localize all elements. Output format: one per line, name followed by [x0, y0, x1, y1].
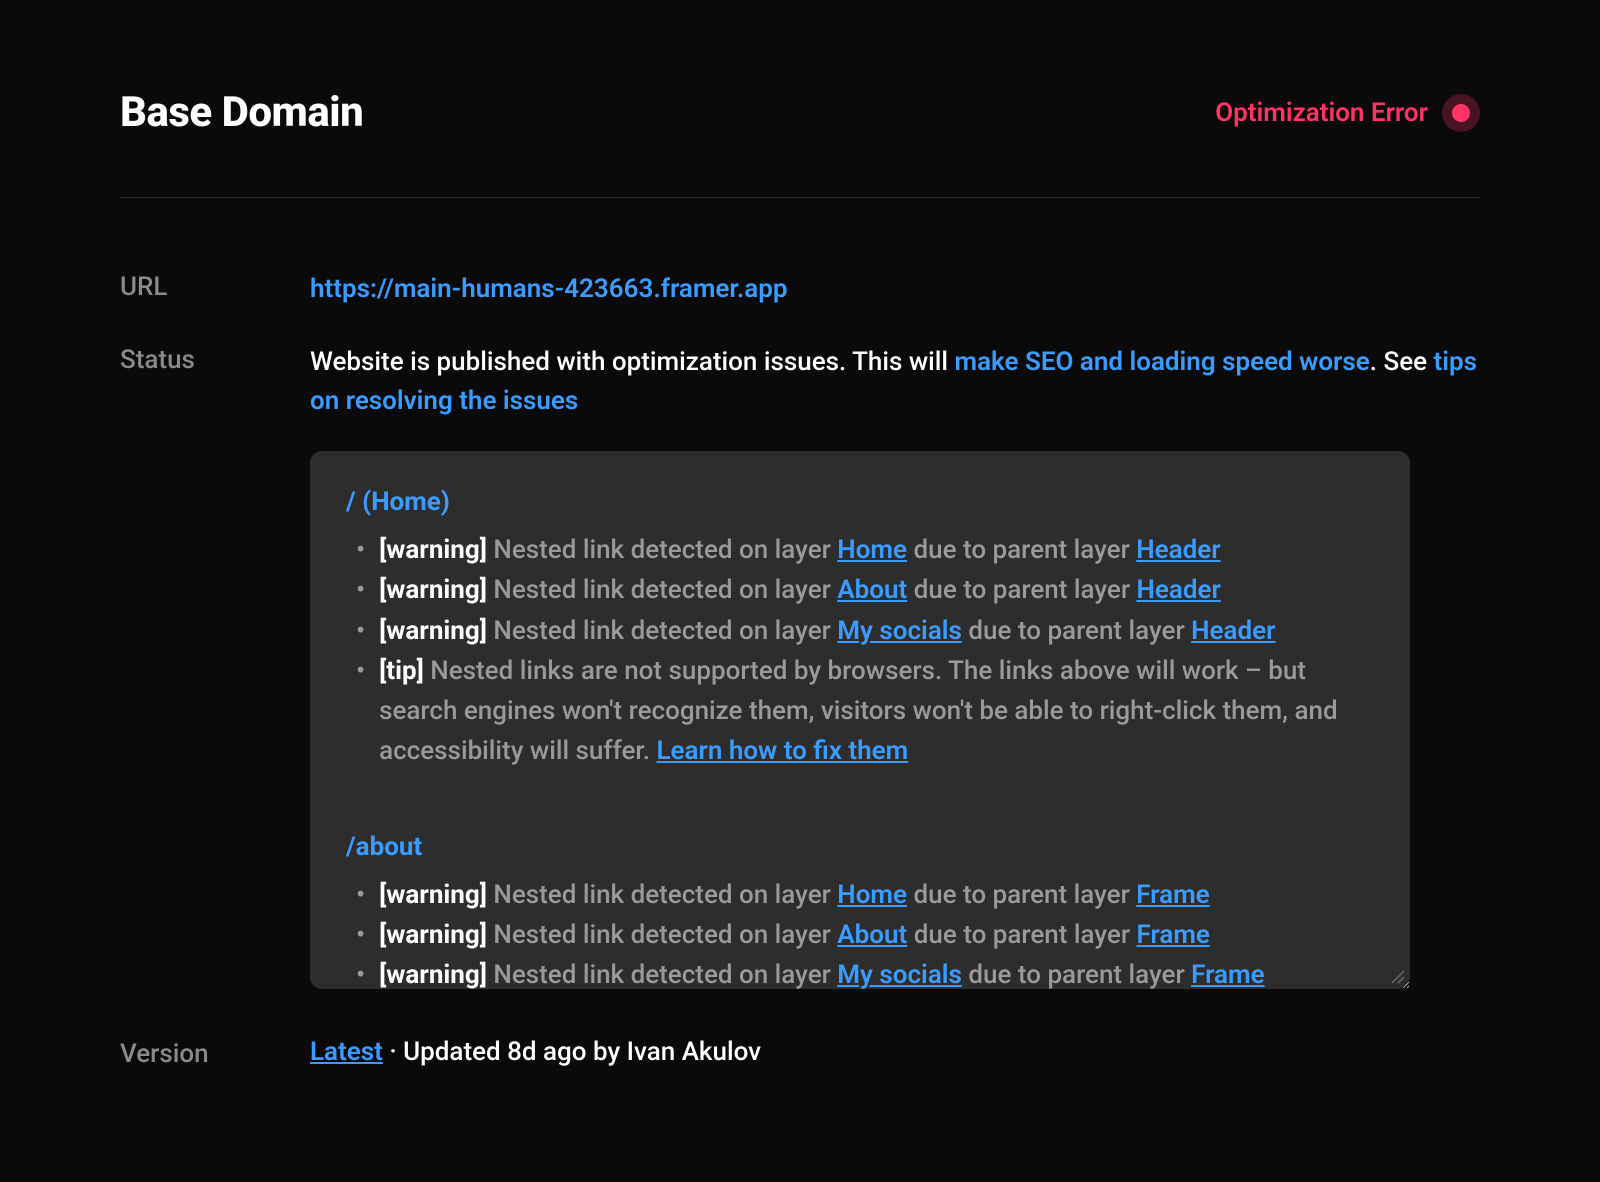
- issue-text-pre: Nested link detected on layer: [487, 920, 837, 950]
- version-text: Updated 8d ago by Ivan Akulov: [403, 1037, 761, 1067]
- issue-body: [warning] Nested link detected on layer …: [379, 875, 1374, 915]
- issue-body: [warning] Nested link detected on layer …: [379, 611, 1374, 651]
- header-row: Base Domain Optimization Error: [120, 88, 1480, 137]
- list-item: • [warning] Nested link detected on laye…: [356, 875, 1374, 915]
- divider: [120, 197, 1480, 198]
- parent-layer-link[interactable]: Frame: [1191, 960, 1264, 989]
- issue-text-pre: Nested link detected on layer: [487, 575, 837, 605]
- bullet-icon: •: [356, 570, 365, 610]
- parent-layer-link[interactable]: Frame: [1136, 920, 1209, 950]
- layer-link[interactable]: My socials: [837, 616, 962, 646]
- url-label: URL: [120, 270, 310, 302]
- list-item: • [warning] Nested link detected on laye…: [356, 915, 1374, 955]
- bullet-icon: •: [356, 611, 365, 651]
- list-item: • [warning] Nested link detected on laye…: [356, 955, 1374, 989]
- issue-tag: [warning]: [379, 960, 487, 989]
- issue-tag: [tip]: [379, 656, 424, 686]
- issue-body: [warning] Nested link detected on layer …: [379, 570, 1374, 610]
- list-item: • [warning] Nested link detected on laye…: [356, 611, 1374, 651]
- version-label: Version: [120, 1037, 310, 1069]
- list-item: • [warning] Nested link detected on laye…: [356, 530, 1374, 570]
- issue-tag: [warning]: [379, 616, 487, 646]
- parent-layer-link[interactable]: Header: [1136, 575, 1220, 605]
- status-text-part-2: . See: [1370, 347, 1434, 377]
- status-badge: Optimization Error: [1215, 94, 1480, 132]
- layer-link[interactable]: About: [837, 575, 907, 605]
- issues-panel: / (Home) • [warning] Nested link detecte…: [310, 451, 1410, 989]
- list-item: • [warning] Nested link detected on laye…: [356, 570, 1374, 610]
- url-value: https://main-humans-423663.framer.app: [310, 270, 1480, 309]
- issue-page-heading[interactable]: / (Home): [346, 483, 1374, 522]
- issue-text-pre: Nested link detected on layer: [487, 960, 837, 989]
- issue-tag: [warning]: [379, 575, 487, 605]
- bullet-icon: •: [356, 651, 365, 691]
- version-separator: ·: [383, 1037, 403, 1067]
- status-text-part-1: Website is published with optimization i…: [310, 347, 955, 377]
- status-dot-icon: [1452, 104, 1470, 122]
- issues-list: • [warning] Nested link detected on laye…: [346, 530, 1374, 772]
- issue-tag: [warning]: [379, 880, 487, 910]
- parent-layer-link[interactable]: Frame: [1136, 880, 1209, 910]
- page-container: Base Domain Optimization Error URL https…: [0, 0, 1600, 1069]
- status-row: Status Website is published with optimiz…: [120, 343, 1480, 989]
- issues-list: • [warning] Nested link detected on laye…: [346, 875, 1374, 989]
- issue-text-pre: Nested link detected on layer: [487, 616, 837, 646]
- status-label: Status: [120, 343, 310, 375]
- parent-layer-link[interactable]: Header: [1191, 616, 1275, 646]
- url-row: URL https://main-humans-423663.framer.ap…: [120, 270, 1480, 309]
- status-dot-halo: [1442, 94, 1480, 132]
- status-link-seo[interactable]: make SEO and loading speed worse: [955, 347, 1370, 377]
- issue-text-mid: due to parent layer: [907, 535, 1136, 565]
- bullet-icon: •: [356, 530, 365, 570]
- issue-body: [tip] Nested links are not supported by …: [379, 651, 1374, 772]
- version-link[interactable]: Latest: [310, 1037, 383, 1067]
- layer-link[interactable]: About: [837, 920, 907, 950]
- version-row: Version Latest · Updated 8d ago by Ivan …: [120, 1037, 1480, 1069]
- version-value: Latest · Updated 8d ago by Ivan Akulov: [310, 1037, 761, 1067]
- issue-text-pre: Nested link detected on layer: [487, 535, 837, 565]
- issue-text-mid: due to parent layer: [907, 880, 1136, 910]
- issue-body: [warning] Nested link detected on layer …: [379, 530, 1374, 570]
- status-value: Website is published with optimization i…: [310, 343, 1480, 989]
- issue-tag: [warning]: [379, 920, 487, 950]
- bullet-icon: •: [356, 875, 365, 915]
- resize-handle-icon[interactable]: [1390, 969, 1406, 985]
- issue-text-mid: due to parent layer: [907, 920, 1136, 950]
- issue-text-pre: Nested link detected on layer: [487, 880, 837, 910]
- issue-body: [warning] Nested link detected on layer …: [379, 955, 1374, 989]
- issue-body: [warning] Nested link detected on layer …: [379, 915, 1374, 955]
- page-title: Base Domain: [120, 88, 363, 137]
- issue-tag: [warning]: [379, 535, 487, 565]
- layer-link[interactable]: Home: [837, 880, 907, 910]
- url-link[interactable]: https://main-humans-423663.framer.app: [310, 274, 787, 304]
- issue-text-mid: due to parent layer: [962, 616, 1191, 646]
- status-badge-label: Optimization Error: [1215, 98, 1428, 128]
- issue-text-mid: due to parent layer: [907, 575, 1136, 605]
- layer-link[interactable]: My socials: [837, 960, 962, 989]
- issue-page-heading[interactable]: /about: [346, 828, 1374, 867]
- bullet-icon: •: [356, 955, 365, 989]
- list-item: • [tip] Nested links are not supported b…: [356, 651, 1374, 772]
- parent-layer-link[interactable]: Header: [1136, 535, 1220, 565]
- bullet-icon: •: [356, 915, 365, 955]
- spacer: [346, 772, 1374, 808]
- tip-link[interactable]: Learn how to fix them: [656, 736, 908, 766]
- layer-link[interactable]: Home: [837, 535, 907, 565]
- issue-text-mid: due to parent layer: [962, 960, 1191, 989]
